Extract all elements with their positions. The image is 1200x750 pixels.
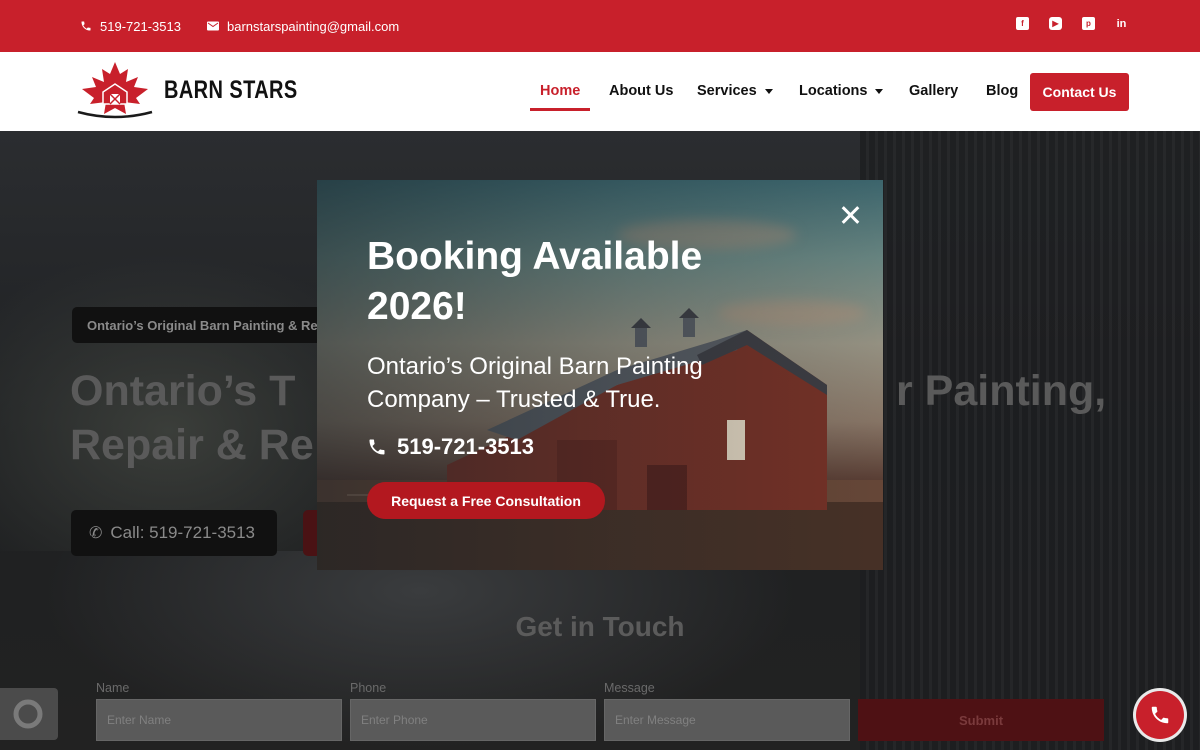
- site-header: BARN STARS Home About Us Services Locati…: [0, 52, 1200, 131]
- hero-call-label: Call: 519-721-3513: [110, 523, 256, 542]
- nav-services-label: Services: [697, 83, 757, 99]
- nav-locations[interactable]: Locations: [799, 83, 884, 99]
- message-label: Message: [604, 681, 655, 695]
- close-icon[interactable]: [839, 204, 861, 226]
- top-bar: 519-721-3513 barnstarspainting@gmail.com…: [0, 0, 1200, 52]
- hero-call-button[interactable]: ✆ Call: 519-721-3513: [71, 510, 277, 556]
- floating-call-button[interactable]: [1136, 691, 1184, 739]
- popup-title: Booking Available 2026!: [367, 235, 703, 328]
- pinterest-icon[interactable]: p: [1082, 17, 1095, 30]
- social-links: f ▶ p in: [1016, 17, 1128, 30]
- active-nav-indicator: [530, 108, 590, 111]
- phone-input[interactable]: Enter Phone: [350, 699, 596, 741]
- chevron-down-icon: [875, 88, 884, 94]
- phone-label: Phone: [350, 681, 387, 695]
- popup-phone-text: 519-721-3513: [397, 434, 535, 459]
- contact-form-title: Get in Touch: [515, 611, 685, 642]
- hero-title-line1-left: Ontario’s T: [70, 367, 296, 415]
- contact-us-button[interactable]: Contact Us: [1030, 73, 1129, 111]
- message-input[interactable]: Enter Message: [604, 699, 850, 741]
- request-consultation-button[interactable]: Request a Free Consultation: [367, 482, 605, 519]
- name-input[interactable]: Enter Name: [96, 699, 342, 741]
- mail-icon: [207, 21, 219, 31]
- popup-subtitle: Ontario’s Original Barn Painting Company…: [367, 353, 703, 413]
- nav-home[interactable]: Home: [540, 83, 580, 99]
- maple-leaf-barn-logo-icon: [77, 62, 153, 119]
- phone-icon: [1151, 706, 1169, 724]
- logo-text: BARN STARS: [164, 75, 298, 104]
- nav-blog[interactable]: Blog: [986, 83, 1018, 99]
- linkedin-icon[interactable]: in: [1115, 17, 1128, 30]
- nav-services[interactable]: Services: [697, 83, 773, 99]
- name-placeholder: Enter Name: [107, 713, 172, 727]
- nav-about-us[interactable]: About Us: [609, 83, 673, 99]
- topbar-phone[interactable]: 519-721-3513: [80, 0, 181, 52]
- booking-popup: Booking Available 2026! Ontario’s Origin…: [317, 180, 883, 570]
- hero-title-line2: Repair & Re: [70, 421, 314, 469]
- topbar-phone-text: 519-721-3513: [100, 18, 181, 34]
- popup-phone[interactable]: 519-721-3513: [367, 434, 534, 460]
- recaptcha-icon: [13, 699, 43, 729]
- hero-title-line1-right: r Painting,: [896, 367, 1107, 415]
- recaptcha-badge[interactable]: [0, 688, 58, 740]
- hero-badge: Ontario’s Original Barn Painting & Repai…: [72, 307, 332, 343]
- logo[interactable]: BARN STARS: [74, 60, 331, 120]
- phone-icon: [369, 439, 385, 455]
- nav-gallery[interactable]: Gallery: [909, 83, 958, 99]
- submit-button[interactable]: Submit: [858, 699, 1104, 741]
- topbar-email[interactable]: barnstarspainting@gmail.com: [207, 0, 399, 52]
- phone-placeholder: Enter Phone: [361, 713, 428, 727]
- name-label: Name: [96, 681, 130, 695]
- topbar-email-text: barnstarspainting@gmail.com: [227, 18, 400, 34]
- hero-background-barn-siding: [860, 131, 1200, 750]
- message-placeholder: Enter Message: [615, 713, 696, 727]
- youtube-icon[interactable]: ▶: [1049, 17, 1062, 30]
- phone-icon: ✆: [89, 525, 103, 542]
- facebook-icon[interactable]: f: [1016, 17, 1029, 30]
- chevron-down-icon: [764, 88, 773, 94]
- phone-icon: [81, 21, 91, 31]
- nav-locations-label: Locations: [799, 83, 868, 99]
